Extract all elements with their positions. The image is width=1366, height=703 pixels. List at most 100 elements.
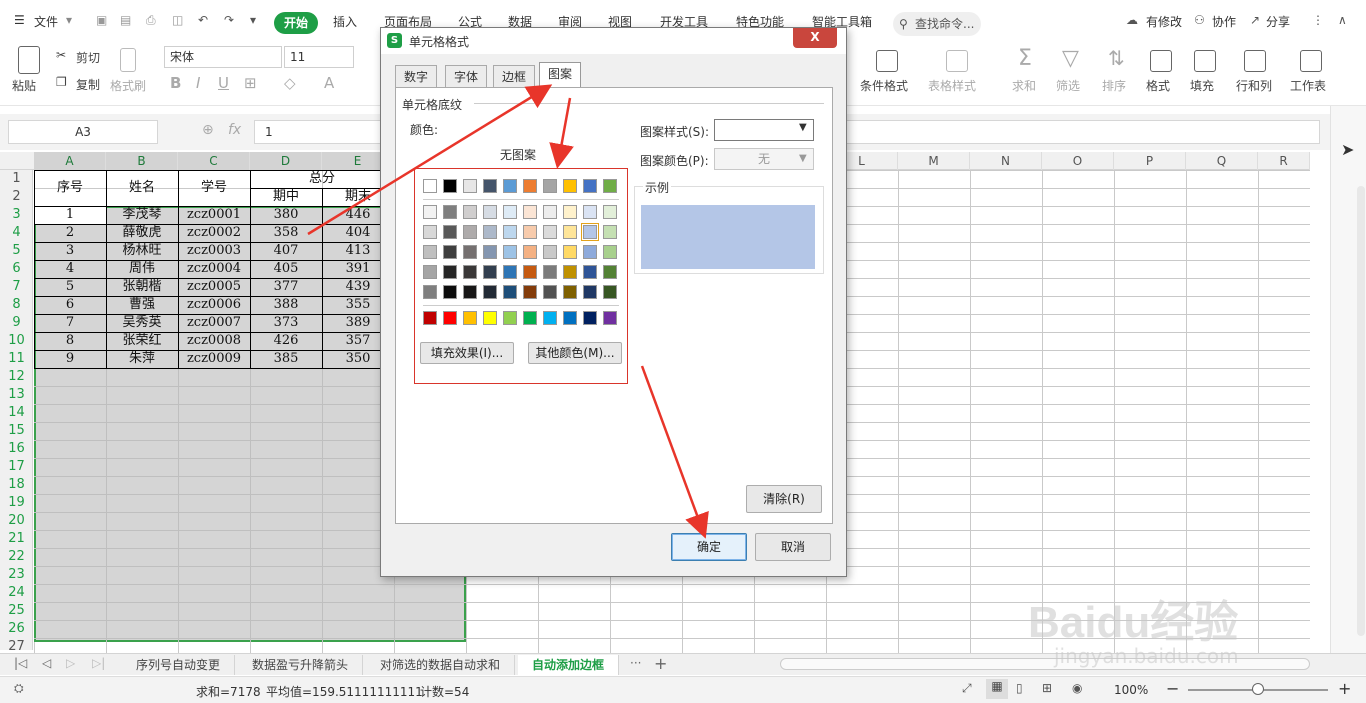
table-cell[interactable]: zcz0006 <box>178 296 250 314</box>
color-swatch[interactable] <box>423 205 437 219</box>
color-swatch[interactable] <box>603 245 617 259</box>
header-name[interactable]: 姓名 <box>106 170 178 206</box>
color-swatch[interactable] <box>463 179 477 193</box>
table-cell[interactable]: 380 <box>250 206 322 224</box>
color-swatch[interactable] <box>443 225 457 239</box>
pattern-style-select[interactable]: ▼ <box>714 119 814 141</box>
color-swatch[interactable] <box>463 311 477 325</box>
color-swatch[interactable] <box>483 285 497 299</box>
color-swatch[interactable] <box>583 245 597 259</box>
dialog-titlebar[interactable]: S 单元格格式 <box>381 28 846 54</box>
table-cell[interactable]: 9 <box>34 350 106 368</box>
color-swatch[interactable] <box>563 311 577 325</box>
color-swatch[interactable] <box>583 205 597 219</box>
color-swatch[interactable] <box>483 205 497 219</box>
tab-number[interactable]: 数字 <box>395 65 438 87</box>
color-swatch[interactable] <box>423 311 437 325</box>
next-sheet-icon[interactable]: ▷ <box>66 656 75 670</box>
color-swatch[interactable] <box>603 205 617 219</box>
color-swatch[interactable] <box>583 285 597 299</box>
color-swatch[interactable] <box>483 311 497 325</box>
color-swatch[interactable] <box>503 179 517 193</box>
color-swatch[interactable] <box>603 179 617 193</box>
page-break-icon[interactable]: ⊞ <box>1042 681 1052 695</box>
table-cell[interactable]: 张朝楷 <box>106 278 178 296</box>
sheet-tab-active[interactable]: 自动添加边框 <box>518 655 620 675</box>
color-swatch[interactable] <box>503 225 517 239</box>
header-midterm[interactable]: 期中 <box>250 188 322 206</box>
color-swatch[interactable] <box>463 225 477 239</box>
table-cell[interactable]: 吴秀英 <box>106 314 178 332</box>
color-swatch[interactable] <box>603 311 617 325</box>
zoom-slider-thumb[interactable] <box>1252 683 1264 695</box>
table-cell[interactable]: 薛敬虎 <box>106 224 178 242</box>
add-sheet-icon[interactable]: + <box>654 654 667 673</box>
color-swatch[interactable] <box>463 265 477 279</box>
sheet-tab[interactable]: 对筛选的数据自动求和 <box>366 655 516 675</box>
table-cell[interactable]: 2 <box>34 224 106 242</box>
table-cell[interactable]: 杨林旺 <box>106 242 178 260</box>
color-swatch[interactable] <box>523 245 537 259</box>
color-swatch[interactable] <box>423 285 437 299</box>
color-swatch-selected[interactable] <box>581 223 599 241</box>
table-cell[interactable]: zcz0008 <box>178 332 250 350</box>
table-cell[interactable]: 曹强 <box>106 296 178 314</box>
color-swatch[interactable] <box>443 285 457 299</box>
table-cell[interactable]: 5 <box>34 278 106 296</box>
color-swatch[interactable] <box>443 245 457 259</box>
table-cell[interactable]: 358 <box>250 224 322 242</box>
color-swatch[interactable] <box>603 285 617 299</box>
color-swatch[interactable] <box>603 225 617 239</box>
pattern-color-select[interactable]: 无 ▼ <box>714 148 814 170</box>
table-cell[interactable]: 李茂琴 <box>106 206 178 224</box>
color-swatch[interactable] <box>543 245 557 259</box>
color-swatch[interactable] <box>463 285 477 299</box>
zoom-out-icon[interactable]: − <box>1166 679 1179 698</box>
horizontal-scrollbar[interactable] <box>780 658 1310 670</box>
color-swatch[interactable] <box>523 179 537 193</box>
zoom-in-icon[interactable]: + <box>1338 679 1351 698</box>
color-swatch[interactable] <box>523 205 537 219</box>
color-swatch[interactable] <box>583 179 597 193</box>
color-swatch[interactable] <box>463 245 477 259</box>
cursor-icon[interactable]: ➤ <box>1341 140 1354 159</box>
color-swatch[interactable] <box>563 245 577 259</box>
color-swatch[interactable] <box>423 179 437 193</box>
color-swatch[interactable] <box>583 265 597 279</box>
color-swatch[interactable] <box>503 311 517 325</box>
table-cell[interactable]: 388 <box>250 296 322 314</box>
table-cell[interactable]: 张荣红 <box>106 332 178 350</box>
table-cell[interactable]: 3 <box>34 242 106 260</box>
color-swatch[interactable] <box>423 225 437 239</box>
color-swatch[interactable] <box>443 311 457 325</box>
table-cell[interactable]: zcz0005 <box>178 278 250 296</box>
macro-icon[interactable]: ⛭ <box>14 681 24 696</box>
color-swatch[interactable] <box>583 311 597 325</box>
color-swatch[interactable] <box>523 225 537 239</box>
table-cell[interactable]: zcz0004 <box>178 260 250 278</box>
first-sheet-icon[interactable]: |◁ <box>14 656 27 670</box>
header-total[interactable]: 总分 <box>250 170 394 188</box>
color-swatch[interactable] <box>523 285 537 299</box>
tab-font[interactable]: 字体 <box>445 65 488 87</box>
color-swatch[interactable] <box>423 245 437 259</box>
sheet-tab[interactable]: 数据盈亏升降箭头 <box>238 655 364 675</box>
color-swatch[interactable] <box>423 265 437 279</box>
table-cell[interactable]: 426 <box>250 332 322 350</box>
color-swatch[interactable] <box>443 205 457 219</box>
table-cell[interactable]: 8 <box>34 332 106 350</box>
cancel-button[interactable]: 取消 <box>755 533 831 561</box>
color-swatch[interactable] <box>603 265 617 279</box>
table-cell[interactable]: 407 <box>250 242 322 260</box>
table-cell[interactable]: 405 <box>250 260 322 278</box>
color-swatch[interactable] <box>483 179 497 193</box>
sheet-tab[interactable]: 序列号自动变更 <box>122 655 236 675</box>
table-cell[interactable]: 377 <box>250 278 322 296</box>
table-cell[interactable]: 1 <box>34 206 106 224</box>
color-swatch[interactable] <box>483 245 497 259</box>
color-swatch[interactable] <box>503 205 517 219</box>
color-swatch[interactable] <box>523 265 537 279</box>
header-student-id[interactable]: 学号 <box>178 170 250 206</box>
last-sheet-icon[interactable]: ▷| <box>92 656 105 670</box>
color-swatch[interactable] <box>543 285 557 299</box>
